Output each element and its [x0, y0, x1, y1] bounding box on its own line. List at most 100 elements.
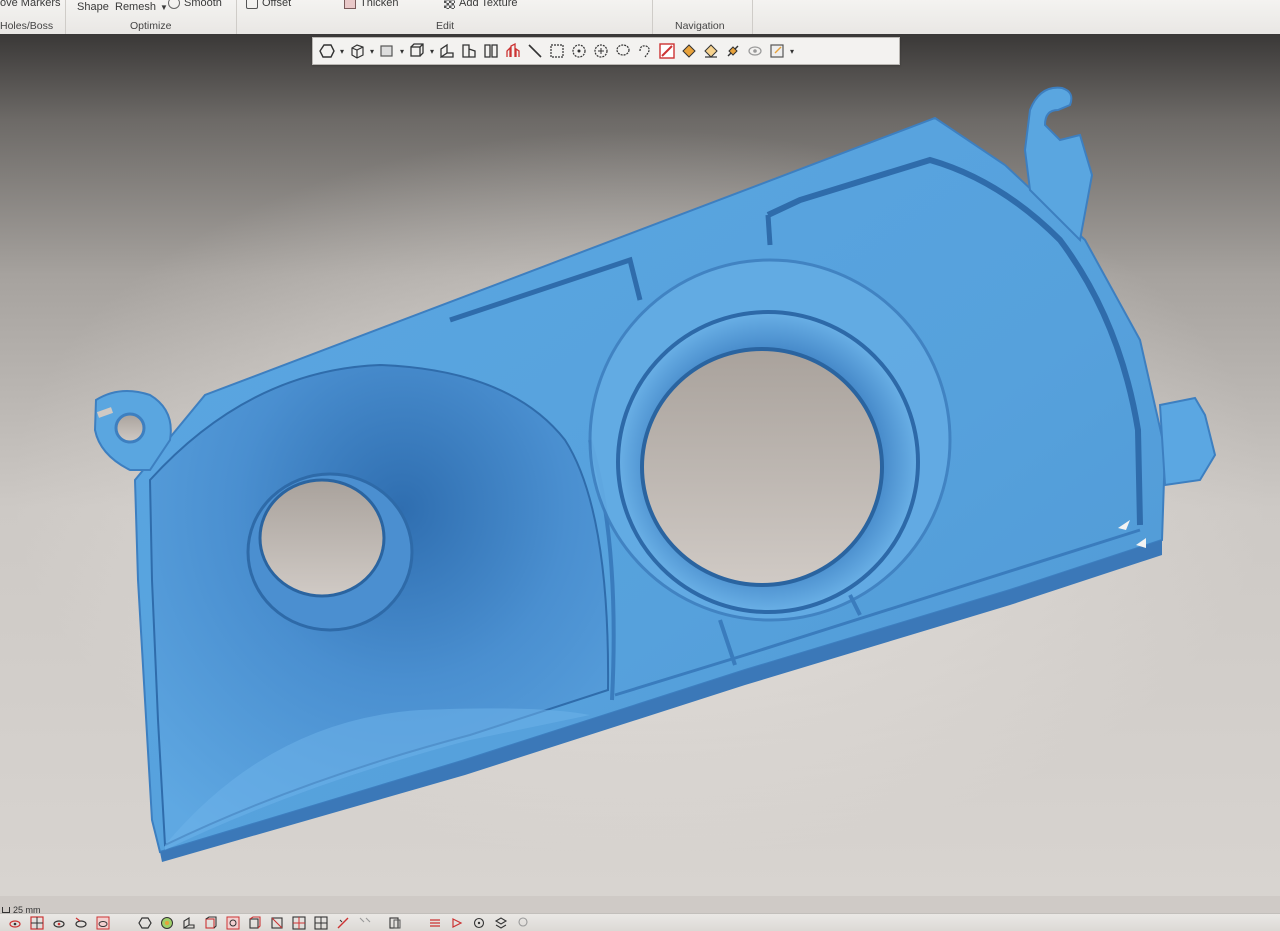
paint-brush-icon: [659, 43, 675, 59]
polygon-icon: [138, 916, 152, 929]
cube-right-icon: [292, 915, 306, 930]
circle-select-button[interactable]: [569, 41, 589, 61]
left-through-hole: [258, 478, 386, 598]
thicken-icon: [344, 0, 356, 9]
lasso-select-button[interactable]: [613, 41, 633, 61]
remesh-dropdown[interactable]: Remesh ▼: [115, 1, 168, 13]
section-button[interactable]: [426, 916, 444, 930]
group-label-navigation: Navigation: [675, 20, 725, 32]
eye-icon: [75, 917, 87, 928]
remesh-label: Remesh: [115, 1, 156, 13]
annotate-icon: [359, 917, 371, 922]
annotate-button[interactable]: [356, 916, 374, 930]
thicken-label: Thicken: [360, 0, 399, 9]
remove-markers-label: ove Markers: [0, 0, 61, 9]
polygon-icon: [319, 44, 335, 58]
grid-view-button[interactable]: [28, 915, 46, 930]
freeform-select-button[interactable]: [635, 41, 655, 61]
chevron-down-icon[interactable]: ▾: [399, 47, 405, 56]
rectangle-select-button[interactable]: [547, 41, 567, 61]
view-eye-button[interactable]: [6, 916, 24, 930]
chevron-down-icon[interactable]: ▾: [789, 47, 795, 56]
invert-icon: [727, 45, 739, 57]
visible-only-button[interactable]: [701, 41, 721, 61]
point-view-button[interactable]: [50, 916, 68, 930]
box-select-button[interactable]: [347, 41, 367, 61]
remove-markers-tool[interactable]: ove Markers: [0, 0, 61, 9]
view-back-small-button[interactable]: [202, 915, 220, 930]
invert-selection-button[interactable]: [723, 41, 743, 61]
chevron-down-icon: ▼: [159, 2, 168, 12]
bulb-icon: [518, 916, 528, 927]
target-icon: [473, 917, 485, 928]
shape-label: Shape: [77, 1, 109, 13]
thicken-tool[interactable]: Thicken: [344, 0, 399, 9]
view-front-small-button[interactable]: [246, 915, 264, 930]
line-select-button[interactable]: [525, 41, 545, 61]
lasso-icon: [616, 44, 630, 56]
mesh-model[interactable]: [0, 34, 1280, 896]
shape-orange-outline-icon: [704, 44, 718, 58]
view-left-icon: [440, 43, 454, 59]
clipping-icon: [389, 916, 401, 929]
paint-select-button[interactable]: [657, 41, 677, 61]
group-divider: [236, 0, 237, 34]
view-top-button[interactable]: [481, 41, 501, 61]
grid-icon: [30, 915, 44, 930]
smooth-tool[interactable]: Smooth: [168, 0, 222, 9]
chevron-down-icon[interactable]: ▾: [339, 47, 345, 56]
view-red-button[interactable]: [224, 916, 242, 930]
group-label-edit: Edit: [436, 20, 455, 32]
face-icon: [380, 45, 393, 57]
view-left-small-button[interactable]: [180, 916, 198, 930]
view-top-small-button[interactable]: [268, 916, 286, 930]
view-front-button[interactable]: [407, 41, 427, 61]
right-clip: [1158, 396, 1217, 487]
hide-show-button[interactable]: [745, 41, 765, 61]
shade-button[interactable]: [136, 916, 154, 930]
texture-view-button[interactable]: [94, 916, 112, 930]
view-left-icon: [183, 916, 195, 929]
group-label-holes-boss: Holes/Boss: [0, 20, 54, 32]
arrow-button[interactable]: [448, 916, 466, 930]
chevron-down-icon[interactable]: ▾: [369, 47, 375, 56]
view-right-icon: [462, 44, 476, 58]
ruler-icon: [337, 917, 349, 928]
shape-tool[interactable]: Shape: [77, 1, 109, 13]
smooth-icon: [168, 0, 180, 9]
view-top-icon: [484, 44, 498, 58]
lights-button[interactable]: [514, 916, 532, 930]
mesh-view-button[interactable]: [72, 916, 90, 930]
group-divider: [652, 0, 653, 34]
display-mode-button[interactable]: [767, 41, 787, 61]
view-bottom-small-button[interactable]: [312, 915, 330, 930]
circle-dot-icon: [572, 44, 586, 58]
target-button[interactable]: [470, 916, 488, 930]
view-left-button[interactable]: [437, 41, 457, 61]
group-label-optimize: Optimize: [130, 20, 172, 32]
cube-front-icon: [410, 43, 424, 57]
eye-icon: [96, 916, 110, 929]
view-iso-button[interactable]: [503, 41, 523, 61]
3d-viewport[interactable]: 25 mm: [0, 34, 1280, 915]
layers-button[interactable]: [492, 916, 510, 930]
polygon-select-button[interactable]: [317, 41, 337, 61]
add-texture-tool[interactable]: Add Texture: [444, 0, 518, 9]
view-right-small-button[interactable]: [290, 915, 308, 930]
add-texture-label: Add Texture: [459, 0, 518, 9]
eye-red-icon: [9, 919, 21, 928]
smooth-label: Smooth: [184, 0, 222, 9]
cube-icon: [351, 44, 364, 59]
face-select-button[interactable]: [377, 41, 397, 61]
circle-plus-icon: [594, 44, 608, 58]
measure-button[interactable]: [334, 916, 352, 930]
eye-icon: [748, 46, 762, 56]
select-through-button[interactable]: [679, 41, 699, 61]
chevron-down-icon[interactable]: ▾: [429, 47, 435, 56]
view-right-button[interactable]: [459, 41, 479, 61]
rectangle-dashed-icon: [550, 44, 564, 58]
clipping-button[interactable]: [386, 916, 404, 930]
color-map-button[interactable]: [158, 916, 176, 930]
brush-select-button[interactable]: [591, 41, 611, 61]
offset-tool[interactable]: Offset: [246, 0, 291, 9]
